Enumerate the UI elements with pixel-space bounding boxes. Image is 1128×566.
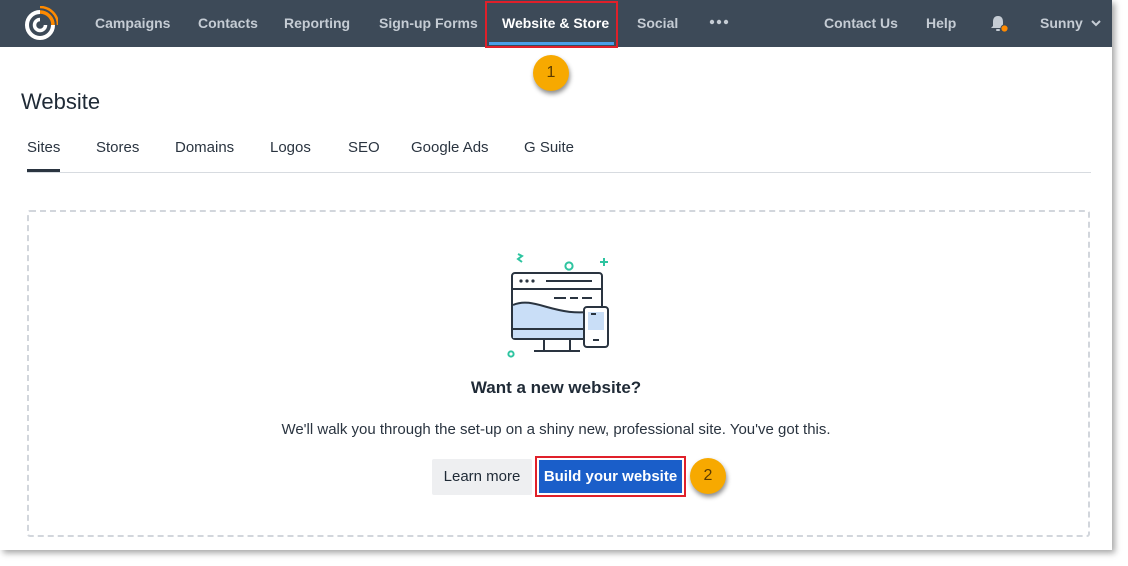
empty-state-description: We'll walk you through the set-up on a s… [281, 421, 831, 438]
tab-g-suite[interactable]: G Suite [524, 138, 574, 164]
empty-state-title: Want a new website? [470, 378, 642, 397]
tab-logos[interactable]: Logos [270, 138, 311, 164]
nav-signup-forms[interactable]: Sign-up Forms [379, 0, 478, 47]
nav-help[interactable]: Help [926, 0, 956, 47]
app-window: Campaigns Contacts Reporting Sign-up For… [0, 0, 1112, 550]
tab-seo[interactable]: SEO [348, 138, 380, 164]
tabs-divider [27, 172, 1091, 173]
page-title: Website [21, 89, 101, 114]
nav-reporting[interactable]: Reporting [284, 0, 350, 47]
callout-1: 1 [533, 55, 569, 91]
tab-sites[interactable]: Sites [27, 138, 60, 164]
more-icon[interactable] [709, 18, 729, 26]
tab-stores[interactable]: Stores [96, 138, 139, 164]
build-website-button[interactable]: Build your website [539, 460, 682, 493]
learn-more-button[interactable]: Learn more [432, 459, 532, 495]
highlight-box-website-store [485, 1, 618, 48]
nav-social[interactable]: Social [637, 0, 678, 47]
tab-google-ads[interactable]: Google Ads [411, 138, 489, 164]
nav-contacts[interactable]: Contacts [198, 0, 258, 47]
callout-2: 2 [690, 458, 726, 494]
nav-contact-us[interactable]: Contact Us [824, 0, 898, 47]
tab-domains[interactable]: Domains [175, 138, 234, 164]
nav-campaigns[interactable]: Campaigns [95, 0, 170, 47]
user-menu[interactable]: Sunny [1040, 0, 1083, 47]
top-nav: Campaigns Contacts Reporting Sign-up For… [0, 0, 1112, 48]
website-illustration-icon [507, 253, 609, 358]
logo-icon[interactable] [22, 6, 58, 42]
chevron-down-icon[interactable] [1090, 18, 1102, 28]
bell-icon[interactable] [988, 13, 1010, 35]
